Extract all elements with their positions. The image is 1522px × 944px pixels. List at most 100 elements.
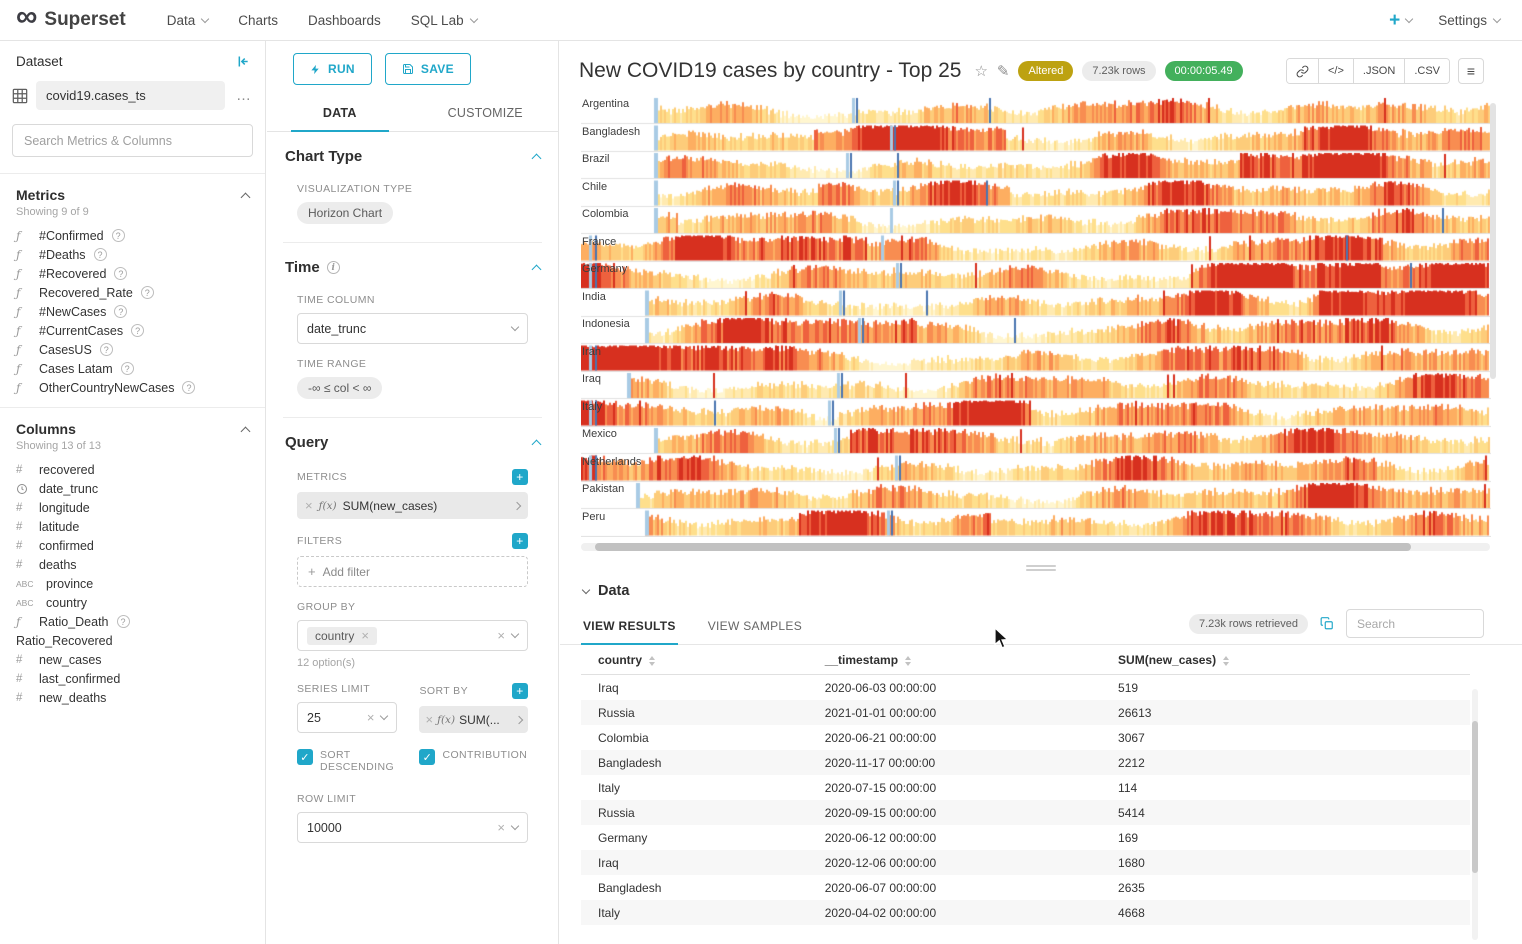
dataset-more-icon[interactable]: …: [233, 87, 255, 104]
sort-by-chip[interactable]: × ƒ(x) SUM(...: [419, 706, 528, 733]
run-button[interactable]: RUN: [293, 53, 372, 85]
sort-descending-checkbox[interactable]: ✓: [297, 749, 313, 765]
column-item[interactable]: #last_confirmed: [0, 669, 265, 688]
favorite-star-icon[interactable]: ☆: [974, 62, 987, 80]
group-by-tag[interactable]: country ×: [307, 627, 377, 645]
column-header-sum-new-cases-[interactable]: SUM(new_cases): [1101, 645, 1470, 675]
time-section-header[interactable]: Time i: [283, 243, 542, 280]
chart-horizontal-scrollbar[interactable]: [581, 543, 1490, 551]
nav-item-charts[interactable]: Charts: [223, 0, 293, 40]
metric-chip[interactable]: × ƒ(x) SUM(new_cases): [297, 492, 528, 519]
chart-type-header[interactable]: Chart Type: [283, 132, 542, 169]
column-item[interactable]: ABCprovince: [0, 574, 265, 593]
plus-icon: +: [1389, 11, 1400, 30]
column-item[interactable]: #new_deaths: [0, 688, 265, 707]
altered-badge[interactable]: Altered: [1018, 61, 1073, 81]
results-search-input[interactable]: [1346, 609, 1484, 638]
metric-item[interactable]: ƒ#Recovered?: [0, 264, 265, 283]
column-item[interactable]: date_trunc: [0, 479, 265, 498]
export-json-button[interactable]: .JSON: [1353, 59, 1404, 83]
add-sort-metric-button[interactable]: +: [512, 683, 528, 699]
export-csv-button[interactable]: .CSV: [1404, 59, 1449, 83]
column-item[interactable]: #deaths: [0, 555, 265, 574]
clear-select-icon[interactable]: ×: [367, 711, 375, 724]
table-row[interactable]: Colombia2020-06-21 00:00:003067: [581, 725, 1470, 750]
table-row[interactable]: Germany2020-06-12 00:00:00169: [581, 825, 1470, 850]
remove-metric-icon[interactable]: ×: [305, 499, 313, 512]
clear-select-icon[interactable]: ×: [497, 821, 505, 834]
column-item[interactable]: #new_cases: [0, 650, 265, 669]
column-item[interactable]: #confirmed: [0, 536, 265, 555]
time-column-select[interactable]: date_trunc: [297, 313, 528, 344]
nav-item-dashboards[interactable]: Dashboards: [293, 0, 396, 40]
superset-logo[interactable]: ∞ Superset: [16, 8, 126, 32]
metric-item[interactable]: ƒ#Deaths?: [0, 245, 265, 264]
pane-resize-handle[interactable]: [1026, 565, 1056, 571]
table-row[interactable]: Bangladesh2020-11-17 00:00:002212: [581, 750, 1470, 775]
metric-item[interactable]: ƒ#CurrentCases?: [0, 321, 265, 340]
column-item[interactable]: Ratio_Recovered: [0, 631, 265, 650]
results-vertical-scrollbar[interactable]: [1472, 689, 1478, 940]
scrollbar-thumb[interactable]: [595, 543, 1411, 551]
contribution-option[interactable]: ✓ CONTRIBUTION: [419, 749, 528, 773]
metric-item[interactable]: ƒRecovered_Rate?: [0, 283, 265, 302]
column-item[interactable]: #longitude: [0, 498, 265, 517]
metric-item[interactable]: ƒ#Confirmed?: [0, 226, 265, 245]
table-row[interactable]: Russia2020-09-15 00:00:005414: [581, 800, 1470, 825]
query-section-header[interactable]: Query: [283, 418, 542, 455]
add-filter-dropzone[interactable]: + Add filter: [297, 556, 528, 587]
viz-type-value[interactable]: Horizon Chart: [297, 202, 393, 224]
new-dropdown[interactable]: +: [1389, 11, 1412, 30]
embed-code-button[interactable]: </>: [1318, 59, 1353, 83]
data-section-toggle[interactable]: Data: [560, 573, 1522, 599]
copy-results-button[interactable]: [1320, 616, 1334, 631]
tab-view-results[interactable]: VIEW RESULTS: [581, 611, 678, 644]
settings-dropdown[interactable]: Settings: [1438, 13, 1500, 28]
collapse-panel-icon[interactable]: [236, 54, 251, 69]
column-header--timestamp[interactable]: __timestamp: [808, 645, 1101, 675]
remove-sort-icon[interactable]: ×: [425, 713, 433, 726]
remove-tag-icon[interactable]: ×: [361, 629, 369, 642]
nav-item-data[interactable]: Data: [152, 0, 224, 40]
add-metric-button[interactable]: +: [512, 469, 528, 485]
clear-select-icon[interactable]: ×: [497, 629, 505, 642]
sort-descending-option[interactable]: ✓ SORT DESCENDING: [297, 749, 397, 773]
table-cell: Italy: [581, 775, 808, 800]
column-item[interactable]: ABCcountry: [0, 593, 265, 612]
column-item[interactable]: #recovered: [0, 460, 265, 479]
scrollbar-thumb[interactable]: [1472, 721, 1478, 873]
columns-section-header[interactable]: Columns: [0, 408, 265, 438]
tab-data[interactable]: DATA: [267, 96, 413, 131]
chart-vertical-scrollbar[interactable]: [1490, 103, 1496, 379]
chart-menu-button[interactable]: ≡: [1458, 58, 1484, 84]
table-row[interactable]: Italy2020-04-02 00:00:004668: [581, 900, 1470, 925]
nav-item-sql-lab[interactable]: SQL Lab: [396, 0, 492, 40]
column-item[interactable]: #latitude: [0, 517, 265, 536]
edit-title-icon[interactable]: ✎: [997, 62, 1010, 80]
copy-link-button[interactable]: [1287, 59, 1318, 83]
time-range-value[interactable]: -∞ ≤ col < ∞: [297, 377, 382, 399]
metric-item[interactable]: ƒ#NewCases?: [0, 302, 265, 321]
contribution-checkbox[interactable]: ✓: [419, 749, 435, 765]
column-item[interactable]: ƒRatio_Death?: [0, 612, 265, 631]
save-button[interactable]: SAVE: [385, 53, 471, 85]
chart-title[interactable]: New COVID19 cases by country - Top 25: [579, 59, 961, 83]
dataset-name[interactable]: covid19.cases_ts: [36, 81, 225, 110]
row-limit-select[interactable]: 10000 ×: [297, 812, 528, 843]
table-row[interactable]: Iraq2020-12-06 00:00:001680: [581, 850, 1470, 875]
tab-customize[interactable]: CUSTOMIZE: [413, 96, 559, 131]
table-row[interactable]: Iraq2020-06-03 00:00:00519: [581, 675, 1470, 701]
tab-view-samples[interactable]: VIEW SAMPLES: [706, 611, 804, 644]
dataset-search-input[interactable]: [12, 124, 253, 157]
metric-item[interactable]: ƒCases Latam?: [0, 359, 265, 378]
add-filter-button[interactable]: +: [512, 533, 528, 549]
table-row[interactable]: Italy2020-07-15 00:00:00114: [581, 775, 1470, 800]
metric-item[interactable]: ƒCasesUS?: [0, 340, 265, 359]
metrics-section-header[interactable]: Metrics: [0, 174, 265, 204]
table-row[interactable]: Russia2021-01-01 00:00:0026613: [581, 700, 1470, 725]
table-row[interactable]: Bangladesh2020-06-07 00:00:002635: [581, 875, 1470, 900]
group-by-select[interactable]: country × ×: [297, 620, 528, 651]
column-header-country[interactable]: country: [581, 645, 808, 675]
series-limit-select[interactable]: 25 ×: [297, 702, 397, 733]
metric-item[interactable]: ƒOtherCountryNewCases?: [0, 378, 265, 397]
